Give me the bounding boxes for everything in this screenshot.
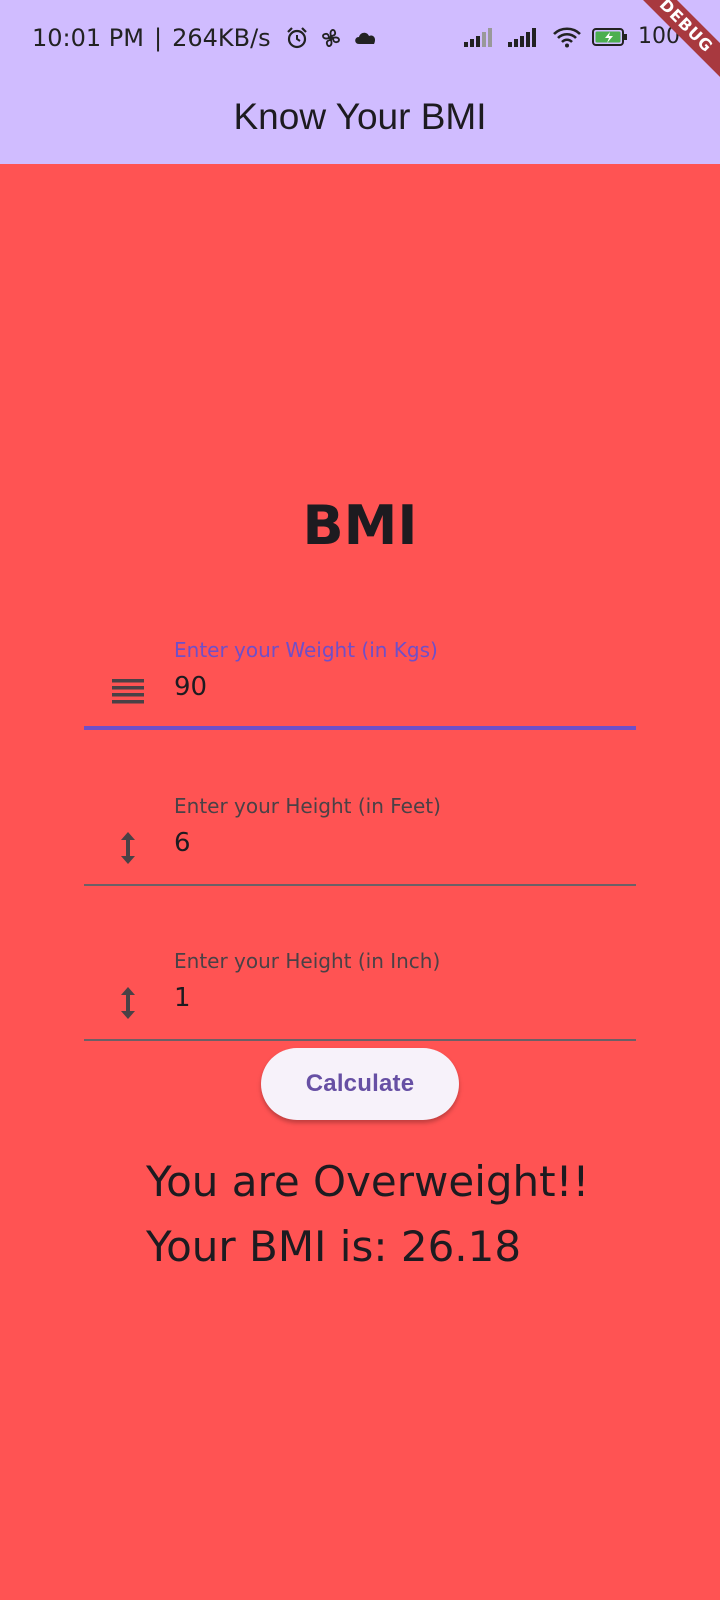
height-inch-input[interactable]: Enter your Height (in Inch) 1 — [84, 949, 636, 1041]
weight-label: Enter your Weight (in Kgs) — [174, 638, 438, 662]
result-bmi: Your BMI is: 26.18 — [146, 1222, 522, 1271]
height-arrows-icon — [110, 830, 146, 866]
height-feet-label: Enter your Height (in Feet) — [174, 794, 441, 818]
status-separator: | — [153, 24, 163, 52]
page-heading: BMI — [302, 494, 418, 557]
height-inch-label: Enter your Height (in Inch) — [174, 949, 441, 973]
calculate-button[interactable]: Calculate — [261, 1048, 459, 1120]
status-time: 10:01 PM — [32, 24, 144, 52]
battery-icon — [592, 27, 627, 46]
weight-underline — [84, 726, 636, 730]
height-inch-underline — [84, 1039, 636, 1041]
fan-icon — [321, 29, 340, 47]
height-feet-input[interactable]: Enter your Height (in Feet) 6 — [84, 794, 636, 886]
height-feet-value[interactable]: 6 — [174, 828, 191, 858]
weight-value[interactable]: 90 — [174, 672, 207, 702]
alarm-icon — [286, 27, 307, 49]
status-network-speed: 264KB/s — [172, 24, 271, 52]
status-bar: 10:01 PM | 264KB/s 100 — [0, 0, 720, 80]
signal-icon — [464, 27, 492, 47]
status-left: 10:01 PM | 264KB/s — [32, 24, 379, 52]
weight-lines-icon — [110, 674, 146, 710]
height-feet-underline — [84, 884, 636, 886]
result-message: You are Overweight!! — [146, 1157, 590, 1206]
status-right: 100 — [464, 24, 680, 49]
app-bar: Know Your BMI — [0, 80, 720, 164]
height-arrows-icon — [110, 985, 146, 1021]
cloud-icon — [354, 32, 375, 44]
app-bar-title: Know Your BMI — [233, 96, 487, 137]
weight-input[interactable]: Enter your Weight (in Kgs) 90 — [84, 638, 636, 730]
signal-icon-2 — [508, 27, 536, 47]
height-inch-value[interactable]: 1 — [174, 983, 191, 1013]
wifi-icon — [553, 26, 581, 47]
